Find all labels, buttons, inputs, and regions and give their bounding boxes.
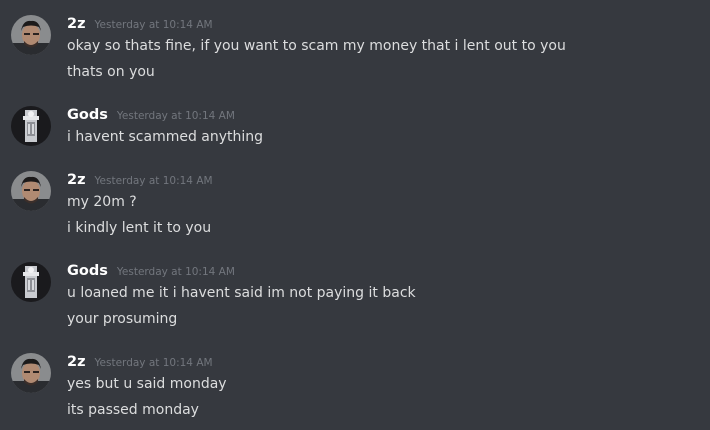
username[interactable]: 2z [67,171,86,189]
message-text: u loaned me it i havent said im not payi… [67,285,416,301]
username[interactable]: Gods [67,106,108,124]
username[interactable]: 2z [67,15,86,33]
timestamp: Yesterday at 10:14 AM [94,19,213,31]
message-text: its passed monday [67,402,199,418]
timestamp: Yesterday at 10:14 AM [94,175,213,187]
timestamp: Yesterday at 10:14 AM [116,110,235,122]
message-text: thats on you [67,64,155,80]
message-text: your prosuming [67,311,178,327]
user-avatar-icon[interactable] [11,353,51,393]
user-avatar-icon[interactable] [11,106,51,146]
username[interactable]: 2z [67,353,86,371]
message-text: my 20m ? [67,194,137,210]
timestamp: Yesterday at 10:14 AM [94,357,213,369]
timestamp: Yesterday at 10:14 AM [116,266,235,278]
user-avatar-icon[interactable] [11,262,51,302]
message-text: i havent scammed anything [67,129,264,145]
message-text: okay so thats fine, if you want to scam … [67,38,566,54]
username[interactable]: Gods [67,262,108,280]
user-avatar-icon[interactable] [11,171,51,211]
user-avatar-icon[interactable] [11,15,51,55]
message-text: i kindly lent it to you [67,220,212,236]
message-text: yes but u said monday [67,376,227,392]
